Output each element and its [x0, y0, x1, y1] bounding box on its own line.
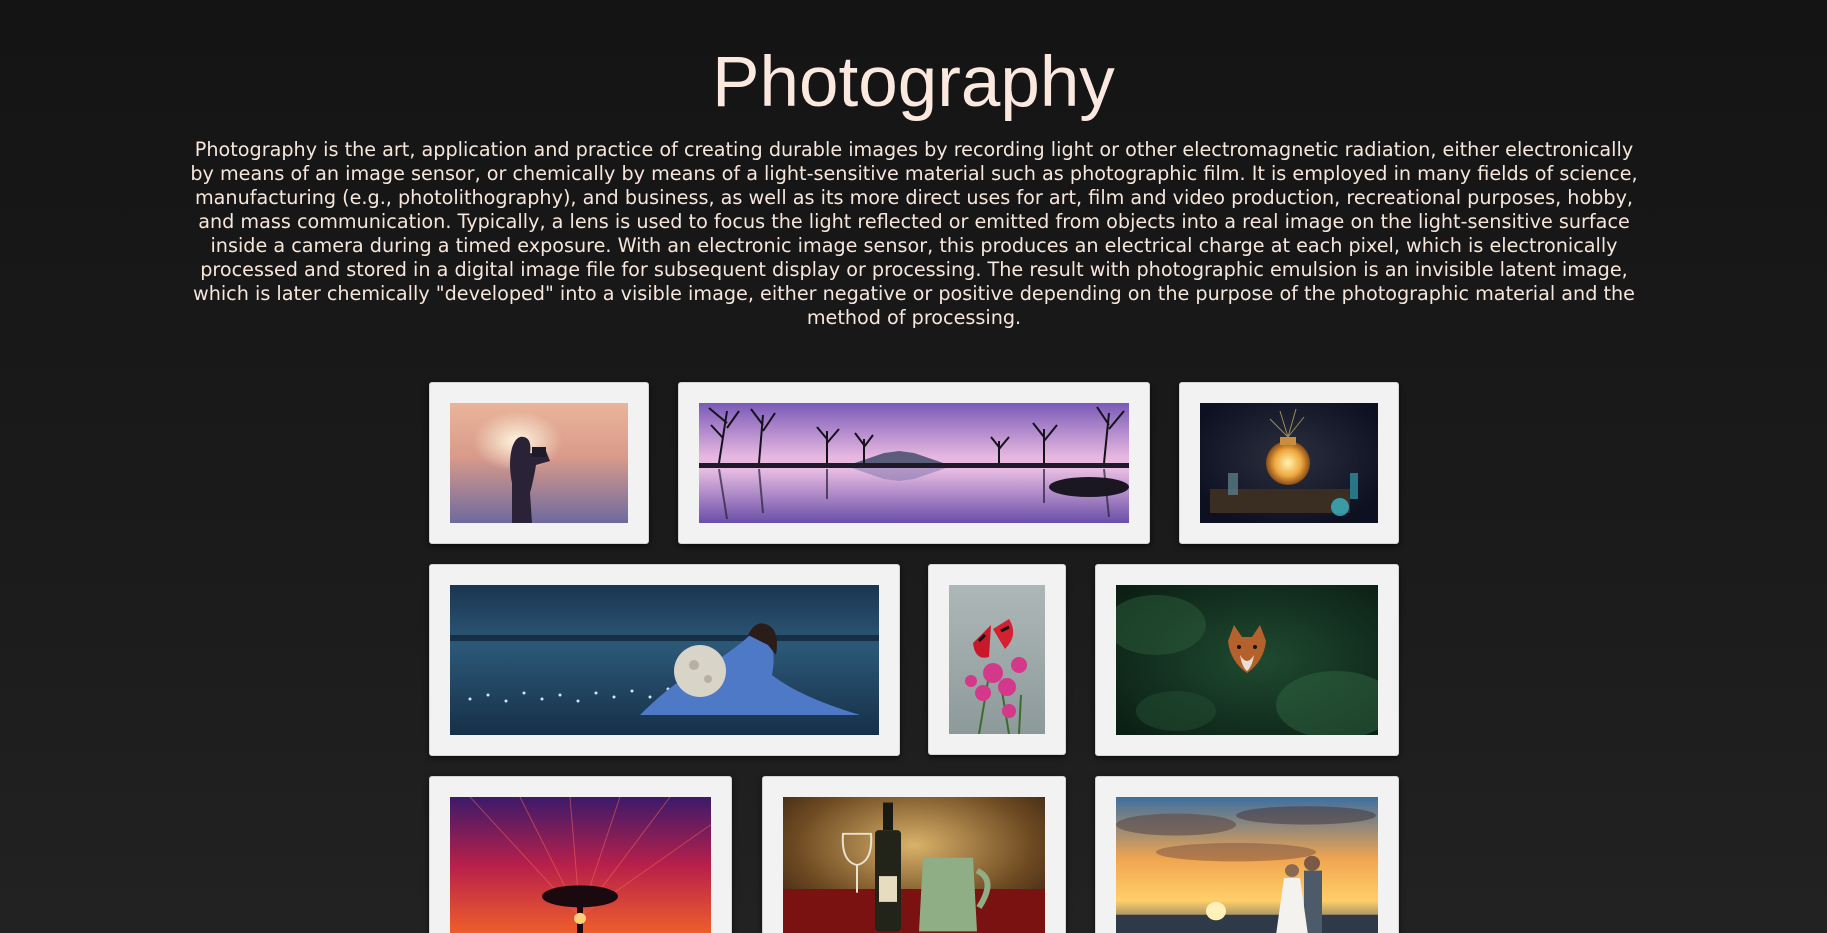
gallery-item[interactable]: [429, 564, 900, 756]
photo-fox-in-foliage[interactable]: [1116, 585, 1378, 735]
photo-mountain-lake-reflection[interactable]: [699, 403, 1129, 523]
photo-wine-still-life[interactable]: [783, 797, 1045, 933]
intro-paragraph: Photography is the art, application and …: [190, 138, 1638, 329]
gallery-item[interactable]: [429, 382, 649, 544]
page-title: Photography: [712, 43, 1115, 122]
gallery-item[interactable]: [762, 776, 1066, 933]
photo-butterfly-flowers[interactable]: [949, 585, 1045, 734]
gallery-item[interactable]: [429, 776, 732, 933]
gallery-item[interactable]: [1179, 382, 1399, 544]
gallery-item[interactable]: [1095, 564, 1399, 756]
gallery-item[interactable]: [928, 564, 1066, 755]
photo-woman-with-moon[interactable]: [450, 585, 879, 735]
photo-tree-red-sky[interactable]: [450, 797, 711, 933]
photo-photographer-silhouette[interactable]: [450, 403, 628, 523]
photo-wedding-sunset[interactable]: [1116, 797, 1378, 933]
photo-glowing-jar-still-life[interactable]: [1200, 403, 1378, 523]
gallery-item[interactable]: [678, 382, 1150, 544]
gallery-item[interactable]: [1095, 776, 1399, 933]
